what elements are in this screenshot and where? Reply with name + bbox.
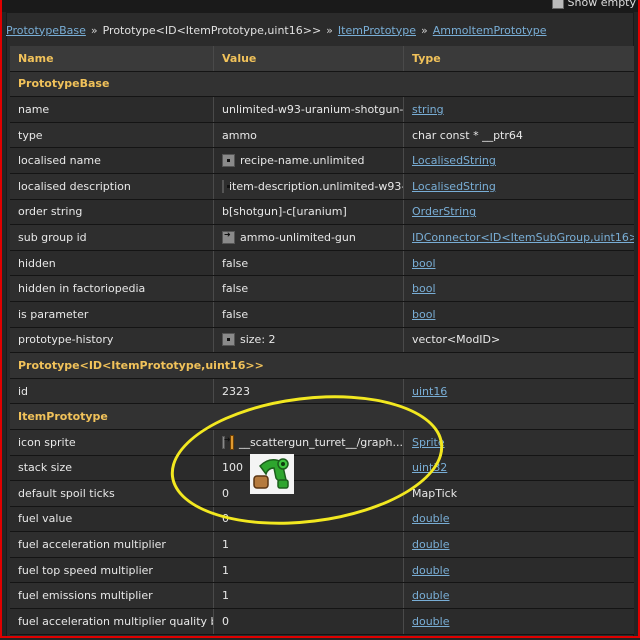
highlight-frame: [0, 0, 640, 638]
